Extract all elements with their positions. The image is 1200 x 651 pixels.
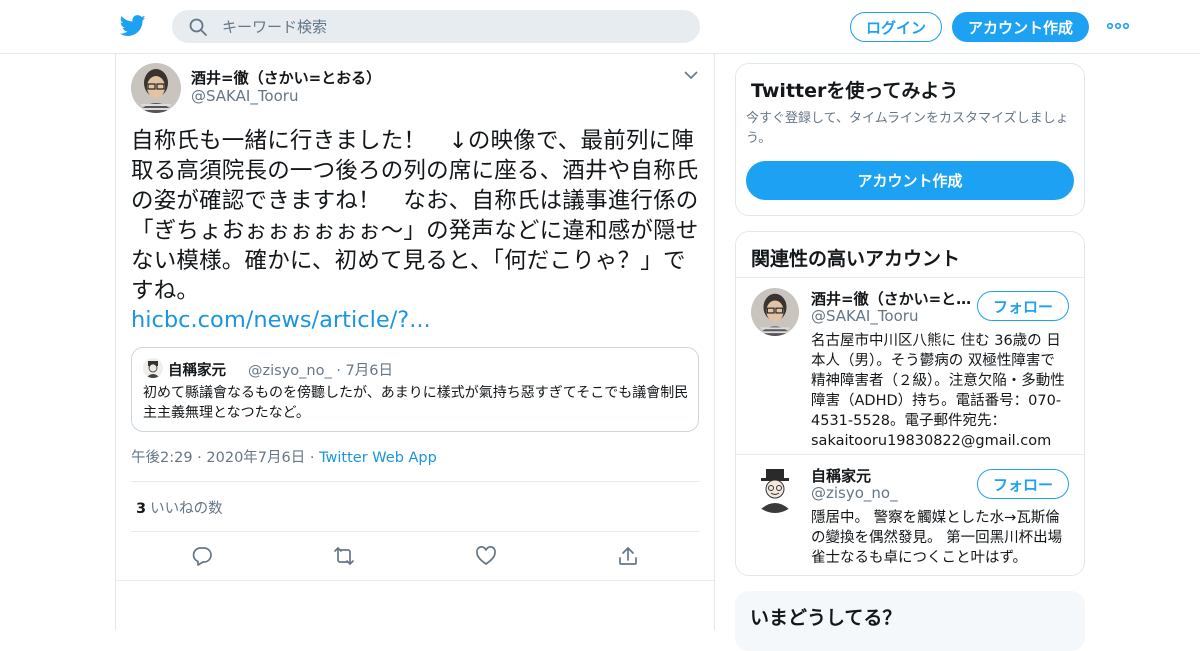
quoted-tweet[interactable]: 自稱家元 @zisyo_no_ · 7月6日 初めて縣議會なるものを傍聽したが、… — [131, 347, 699, 432]
tweet-link[interactable]: hicbc.com/news/article/?... — [131, 307, 431, 333]
search-input[interactable] — [222, 10, 682, 43]
author-avatar[interactable] — [131, 63, 181, 113]
search-bar[interactable] — [172, 10, 700, 43]
signup-button[interactable]: アカウント作成 — [952, 12, 1089, 42]
search-icon — [189, 18, 207, 36]
related-account-name[interactable]: 自稱家元 — [811, 465, 871, 486]
divider — [131, 531, 700, 532]
likes-label: いいねの数 — [150, 501, 223, 517]
quoted-tweet-text: 初めて縣議會なるものを傍聽したが、あまりに樣式が氣持ち惡すぎてそこでも議會制民主… — [143, 385, 689, 421]
like-heart-icon[interactable] — [475, 545, 497, 567]
trends-card: いまどうしてる？ — [735, 591, 1085, 651]
twitter-bird-icon[interactable] — [120, 14, 146, 38]
tweet-metadata: 午後2:29 · 2020年7月6日 · Twitter Web App — [131, 446, 437, 467]
quoted-author-handle: @zisyo_no_ · 7月6日 — [248, 363, 393, 379]
signup-card-title: Twitterを使ってみよう — [751, 80, 959, 102]
related-account-avatar[interactable] — [751, 288, 799, 336]
author-handle[interactable]: @SAKAI_Tooru — [191, 87, 298, 105]
related-account-bio: 隱居中。 警察を觸媒とした水→瓦斯倫の變換を偶然發見。 第一回黑川杯出場雀士なる… — [811, 510, 1063, 566]
related-accounts-title: 関連性の高いアカウント — [751, 248, 961, 270]
tweet-text: 自称氏も一緒に行きました！ ↓の映像で、最前列に陣取る高須院長の一つ後ろの列の席… — [131, 128, 699, 304]
quoted-author-avatar — [143, 358, 163, 378]
divider — [116, 580, 714, 581]
tweet-date[interactable]: 2020年7月6日 — [206, 450, 305, 466]
follow-button[interactable]: フォロー — [977, 291, 1069, 321]
trends-title: いまどうしてる？ — [750, 607, 902, 629]
related-account-handle[interactable]: @SAKAI_Tooru — [811, 307, 918, 325]
related-account-bio: 名古屋市中川区八熊に 住む 36歳の 日本人（男）。そう鬱病の 双極性障害で 精… — [811, 333, 1065, 449]
follow-button[interactable]: フォロー — [977, 469, 1069, 499]
signup-card-button[interactable]: アカウント作成 — [746, 161, 1074, 200]
login-button[interactable]: ログイン — [850, 12, 942, 42]
related-account-name[interactable]: 酒井=徹（さかい=と… — [811, 288, 971, 309]
more-options-icon[interactable] — [1107, 22, 1129, 30]
likes-number: 3 — [136, 501, 147, 517]
meta-separator: · — [309, 450, 320, 466]
related-account-avatar[interactable] — [751, 465, 799, 513]
top-navigation-bar: ログイン アカウント作成 — [0, 0, 1200, 54]
divider — [736, 454, 1084, 455]
chevron-down-icon[interactable] — [684, 70, 698, 80]
quoted-author-name: 自稱家元 — [168, 363, 226, 379]
signup-card: Twitterを使ってみよう 今すぐ登録して、タイムラインをカスタマイズしましょ… — [735, 63, 1085, 216]
tweet-time[interactable]: 午後2:29 — [131, 450, 193, 466]
tweet-detail: 酒井=徹（さかい=とおる） @SAKAI_Tooru 自称氏も一緒に行きました！… — [115, 54, 715, 630]
author-name[interactable]: 酒井=徹（さかい=とおる） — [191, 67, 381, 88]
divider — [131, 481, 700, 482]
signup-card-description: 今すぐ登録して、タイムラインをカスタマイズしましょう。 — [746, 111, 1069, 146]
divider — [736, 277, 1084, 278]
related-accounts-card: 関連性の高いアカウント 酒井=徹（さかい=と… @SAKAI_Tooru フォロ… — [735, 231, 1085, 576]
meta-separator: · — [197, 450, 207, 466]
retweet-icon[interactable] — [333, 545, 355, 567]
likes-count[interactable]: 3 いいねの数 — [136, 497, 223, 518]
related-account-handle[interactable]: @zisyo_no_ — [811, 484, 898, 502]
share-icon[interactable] — [617, 545, 639, 567]
tweet-client-app[interactable]: Twitter Web App — [319, 450, 437, 466]
reply-icon[interactable] — [191, 545, 213, 567]
